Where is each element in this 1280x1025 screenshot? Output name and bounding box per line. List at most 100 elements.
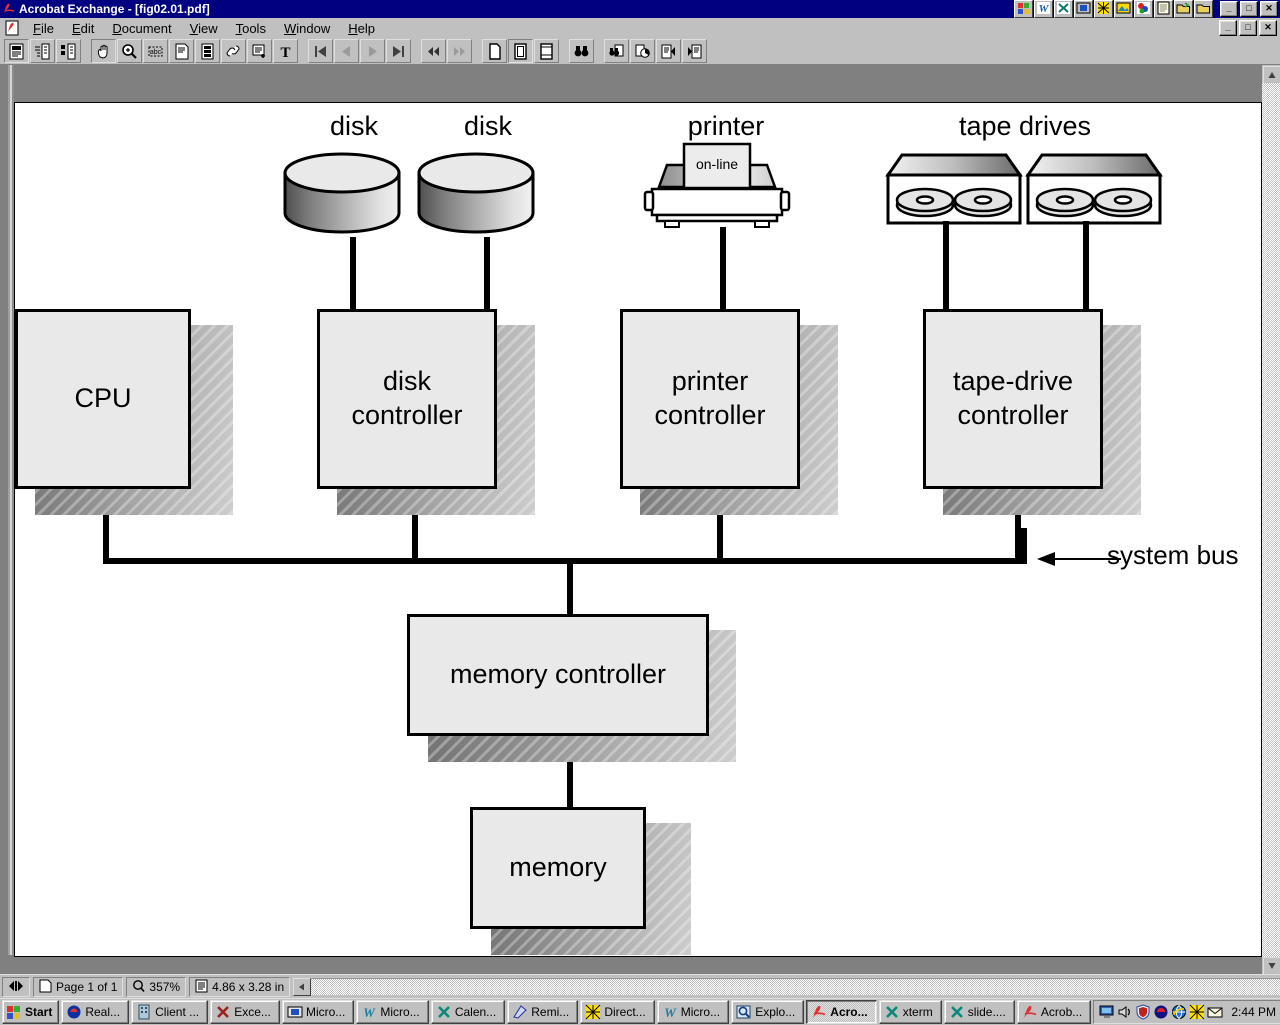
vertical-scrollbar-track[interactable] — [1262, 83, 1280, 957]
previous-highlight-button[interactable] — [656, 39, 681, 63]
minimize-button[interactable]: _ — [1220, 1, 1238, 17]
taskbar-item-acrobat-2[interactable]: Acrob... — [1016, 1000, 1092, 1024]
quick-launch-excel-icon[interactable] — [1054, 0, 1073, 18]
quick-launch-photo-icon[interactable] — [1114, 0, 1133, 18]
system-bus-label: system bus — [1107, 540, 1239, 570]
hand-tool-button[interactable] — [91, 39, 116, 63]
page-nav-cell[interactable] — [2, 977, 30, 997]
close-button[interactable]: ✕ — [1260, 1, 1278, 17]
mdi-close-button[interactable]: ✕ — [1259, 20, 1277, 36]
go-forward-button[interactable] — [447, 39, 472, 63]
taskbar-item-word-2[interactable]: W Micro... — [656, 1000, 730, 1024]
search-button[interactable] — [604, 39, 629, 63]
go-back-button[interactable] — [421, 39, 446, 63]
start-button[interactable]: Start — [2, 1000, 60, 1024]
horizontal-scrollbar-track[interactable] — [311, 978, 1280, 995]
zoom-tool-button[interactable] — [117, 39, 142, 63]
next-highlight-button[interactable] — [682, 39, 707, 63]
quick-launch-paint-icon[interactable] — [1134, 0, 1153, 18]
taskbar-item-calendar[interactable]: Calen... — [430, 1000, 506, 1024]
window-controls[interactable]: _ □ ✕ — [1218, 1, 1278, 17]
quick-launch-folder-icon[interactable] — [1194, 0, 1213, 18]
system-bus-line — [103, 558, 1027, 564]
antivirus-shield-icon[interactable] — [1135, 1004, 1151, 1020]
menu-tools[interactable]: Tools — [227, 20, 275, 37]
movie-tool-button[interactable] — [195, 39, 220, 63]
page-indicator[interactable]: Page 1 of 1 — [33, 977, 124, 997]
fit-page-button[interactable] — [508, 39, 533, 63]
disk-controller-box-label: disk controller — [351, 366, 463, 430]
menu-file[interactable]: File — [24, 20, 63, 37]
scroll-up-button[interactable] — [1263, 66, 1280, 84]
fit-width-button[interactable] — [534, 39, 559, 63]
menu-view[interactable]: View — [181, 20, 227, 37]
taskbar-clock: 2:44 PM — [1231, 1005, 1277, 1019]
menu-help[interactable]: Help — [339, 20, 384, 37]
thumbnails-view-button[interactable] — [56, 39, 81, 63]
horizontal-scrollbar[interactable] — [293, 978, 1280, 996]
taskbar-item-slide[interactable]: slide.... — [943, 1000, 1015, 1024]
previous-page-button[interactable] — [334, 39, 359, 63]
powerpoint-icon — [287, 1004, 303, 1020]
realplayer-tray-icon[interactable] — [1153, 1004, 1169, 1020]
taskbar-item-explorer[interactable]: Explo... — [731, 1000, 805, 1024]
mdi-window-controls[interactable]: _ □ ✕ — [1217, 20, 1277, 36]
quick-launch-network-icon[interactable] — [1094, 0, 1113, 18]
next-page-button[interactable] — [360, 39, 385, 63]
taskbar-item-reminder[interactable]: Remi... — [507, 1000, 579, 1024]
scroll-left-button[interactable] — [293, 978, 312, 996]
display-icon[interactable] — [1099, 1004, 1115, 1020]
taskbar-item-excel[interactable]: Exce... — [210, 1000, 280, 1024]
search-results-button[interactable] — [630, 39, 655, 63]
taskbar-item-label: Explo... — [755, 1005, 796, 1019]
mdi-restore-button[interactable]: □ — [1239, 20, 1257, 36]
taskbar-item-word[interactable]: W Micro... — [356, 1000, 429, 1024]
zoom-indicator[interactable]: 357% — [126, 977, 187, 997]
taskbar-item-client[interactable]: Client ... — [131, 1000, 209, 1024]
taskbar-item-real[interactable]: Real... — [61, 1000, 130, 1024]
vertical-scrollbar[interactable] — [1262, 65, 1280, 975]
first-page-button[interactable] — [308, 39, 333, 63]
page-only-view-button[interactable] — [4, 39, 29, 63]
network-tray-icon[interactable] — [1189, 1004, 1205, 1020]
quick-launch-word-icon[interactable]: W — [1034, 0, 1053, 18]
last-page-button[interactable] — [386, 39, 411, 63]
taskbar-item-directory[interactable]: Direct... — [580, 1000, 655, 1024]
notes-tool-button[interactable] — [169, 39, 194, 63]
scroll-down-button[interactable] — [1263, 957, 1280, 975]
actual-size-button[interactable] — [482, 39, 507, 63]
mdi-minimize-button[interactable]: _ — [1219, 20, 1237, 36]
page-size-indicator[interactable]: 4.86 x 3.28 in — [189, 977, 291, 997]
document-icon[interactable] — [4, 20, 20, 36]
svg-text:T: T — [280, 45, 290, 60]
page-nav-icon[interactable] — [8, 980, 24, 995]
menu-document[interactable]: Document — [103, 20, 180, 37]
reminder-icon — [512, 1004, 528, 1020]
bookmarks-view-button[interactable] — [30, 39, 55, 63]
quick-launch-toolbar[interactable]: W — [1014, 0, 1214, 18]
mail-icon[interactable] — [1207, 1004, 1223, 1020]
quick-launch-powerpoint-icon[interactable] — [1074, 0, 1093, 18]
menu-edit[interactable]: Edit — [63, 20, 103, 37]
xterm-icon — [949, 1004, 965, 1020]
quick-launch-open-folder-icon[interactable] — [1174, 0, 1193, 18]
taskbar-item-label: xterm — [902, 1005, 933, 1019]
find-button[interactable] — [569, 39, 594, 63]
explorer-globe-icon[interactable] — [1171, 1004, 1187, 1020]
memory-controller-box: memory controller — [407, 614, 709, 736]
taskbar-item-acrobat-active[interactable]: Acro... — [806, 1000, 877, 1024]
text-tool-button[interactable]: T — [273, 39, 298, 63]
volume-icon[interactable] — [1117, 1004, 1133, 1020]
page-icon — [39, 979, 52, 996]
taskbar-item-xterm[interactable]: xterm — [878, 1000, 942, 1024]
maximize-button[interactable]: □ — [1240, 1, 1258, 17]
article-tool-button[interactable] — [247, 39, 272, 63]
link-tool-button[interactable] — [221, 39, 246, 63]
menu-window[interactable]: Window — [275, 20, 339, 37]
quick-launch-notepad-icon[interactable] — [1154, 0, 1173, 18]
quick-launch-windows-start-icon[interactable] — [1014, 0, 1033, 18]
taskbar-item-powerpoint[interactable]: Micro... — [281, 1000, 355, 1024]
select-text-button[interactable]: abc — [143, 39, 168, 63]
title-bar: Acrobat Exchange - [fig02.01.pdf] W _ □ … — [0, 0, 1280, 18]
magnifier-icon — [132, 979, 145, 996]
